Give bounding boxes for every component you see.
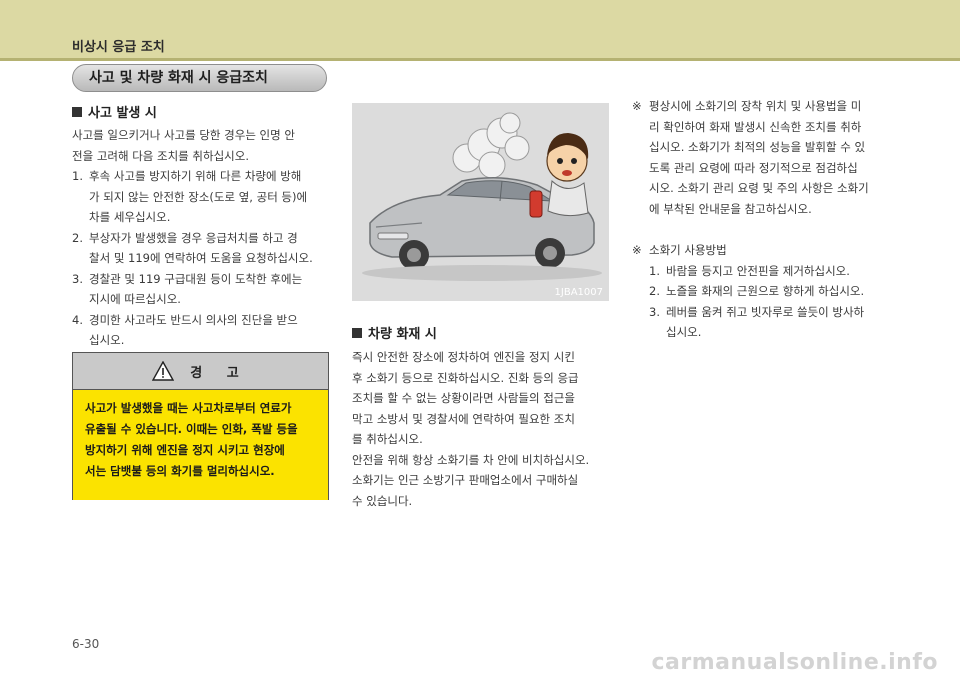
step-line: 노즐을 화재의 근원으로 향하게 하십시오. [666, 284, 865, 298]
square-bullet-icon [352, 328, 362, 338]
step-line: 경미한 사고라도 반드시 의사의 진단을 받으 [89, 312, 298, 327]
note-line: 에 부착된 안내문을 참고하십시오. [649, 201, 812, 216]
warning-line: 사고가 발생했을 때는 사고차로부터 연료가 [85, 401, 292, 415]
car-fire-illustration: 1JBA1007 [352, 103, 609, 301]
warning-triangle-icon [152, 361, 175, 381]
car-fire-drawing [352, 103, 609, 301]
page-number: 6-30 [72, 637, 100, 651]
step-number: 2. [72, 230, 83, 245]
fire-line: 안전을 위해 항상 소화기를 차 안에 비치하십시오. [352, 452, 590, 467]
section-title: 사고 및 차량 화재 시 응급조치 [72, 64, 327, 92]
accident-heading: 사고 발생 시 [72, 102, 157, 121]
step-line: 찰서 및 119에 연락하여 도움을 요청하십시오. [89, 251, 313, 265]
list-item: 2. 노즐을 화재의 근원으로 향하게 하십시오. [649, 281, 902, 302]
accident-steps: 1. 후속 사고를 방지하기 위해 다른 차량에 방해 가 되지 않는 안전한 … [72, 166, 334, 351]
extinguisher-note: ※ 평상시에 소화기의 장착 위치 및 사용법을 미 리 확인하여 화재 발생시… [632, 96, 902, 219]
accident-intro: 사고를 일으키거나 사고를 당한 경우는 인명 안 전을 고려해 다음 조치를 … [72, 125, 334, 166]
fire-line: 후 소화기 등으로 진화하십시오. 진화 등의 응급 [352, 370, 579, 385]
step-line: 가 되지 않는 안전한 장소(도로 옆, 공터 등)에 [89, 189, 308, 204]
fire-text: 즉시 안전한 장소에 정차하여 엔진을 정지 시킨 후 소화기 등으로 진화하십… [352, 347, 614, 511]
list-item: 1. 후속 사고를 방지하기 위해 다른 차량에 방해 가 되지 않는 안전한 … [72, 166, 334, 228]
fire-line: 막고 소방서 및 경찰서에 연락하여 필요한 조치 [352, 411, 575, 426]
fire-line: 수 있습니다. [352, 493, 413, 508]
step-line: 지시에 따르십시오. [89, 292, 181, 306]
warning-title: 경 고 [190, 365, 249, 381]
step-line: 십시오. [89, 333, 125, 347]
step-number: 4. [72, 312, 83, 327]
fire-line: 즉시 안전한 장소에 정차하여 엔진을 정지 시킨 [352, 350, 575, 364]
step-number: 2. [649, 284, 660, 298]
note-line: 평상시에 소화기의 장착 위치 및 사용법을 미 [649, 99, 862, 113]
fire-line: 를 취하십시오. [352, 432, 423, 446]
list-item: 1. 바람을 등지고 안전핀을 제거하십시오. [649, 261, 902, 282]
list-item: 3. 경찰관 및 119 구급대원 등이 도착한 후에는 지시에 따르십시오. [72, 269, 334, 310]
extinguisher-usage: ※ 소화기 사용방법 1. 바람을 등지고 안전핀을 제거하십시오. 2. 노즐… [632, 240, 902, 343]
warning-box: 경 고 사고가 발생했을 때는 사고차로부터 연료가 유출될 수 있습니다. 이… [72, 352, 329, 500]
step-number: 3. [72, 271, 83, 286]
list-item: 2. 부상자가 발생했을 경우 응급처치를 하고 경 찰서 및 119에 연락하… [72, 228, 334, 269]
note-mark: ※ [632, 99, 642, 113]
usage-steps: 1. 바람을 등지고 안전핀을 제거하십시오. 2. 노즐을 화재의 근원으로 … [649, 261, 902, 343]
step-number: 1. [72, 169, 83, 183]
warning-line: 유출될 수 있습니다. 이때는 인화, 폭발 등을 [85, 422, 298, 436]
step-number: 1. [649, 263, 660, 278]
note-line: 십시오. 소화기가 최적의 성능을 발휘할 수 있 [649, 140, 866, 154]
warning-line: 방지하기 위해 엔진을 정지 시키고 현장에 [85, 443, 285, 457]
step-line: 부상자가 발생했을 경우 응급처치를 하고 경 [89, 230, 298, 245]
step-line: 십시오. [666, 325, 702, 339]
accident-heading-text: 사고 발생 시 [88, 106, 157, 121]
square-bullet-icon [72, 107, 82, 117]
note-mark: ※ [632, 243, 642, 257]
accident-intro-line: 전을 고려해 다음 조치를 취하십시오. [72, 148, 249, 163]
step-line: 레버를 움켜 쥐고 빗자루로 쓸듯이 방사하 [666, 304, 865, 319]
image-code: 1JBA1007 [554, 287, 603, 298]
step-line: 경찰관 및 119 구급대원 등이 도착한 후에는 [89, 271, 303, 286]
list-item: 3. 레버를 움켜 쥐고 빗자루로 쓸듯이 방사하 십시오. [649, 302, 902, 343]
warning-line: 서는 담뱃불 등의 화기를 멀리하십시오. [85, 464, 275, 478]
note-line: 도록 관리 요령에 따라 정기적으로 점검하십 [649, 160, 858, 175]
step-line: 차를 세우십시오. [89, 210, 171, 224]
watermark: carmanualsonline.info [651, 650, 938, 675]
step-line: 바람을 등지고 안전핀을 제거하십시오. [666, 263, 850, 278]
warning-header: 경 고 [73, 353, 328, 390]
chapter-title: 비상시 응급 조치 [72, 40, 165, 55]
fire-heading: 차량 화재 시 [352, 323, 437, 342]
step-number: 3. [649, 304, 660, 319]
warning-text: 사고가 발생했을 때는 사고차로부터 연료가 유출될 수 있습니다. 이때는 인… [73, 390, 328, 500]
accident-intro-line: 사고를 일으키거나 사고를 당한 경우는 인명 안 [72, 128, 295, 142]
note-line: 리 확인하여 화재 발생시 신속한 조치를 취하 [649, 119, 862, 134]
usage-title: 소화기 사용방법 [649, 243, 727, 257]
list-item: 4. 경미한 사고라도 반드시 의사의 진단을 받으 십시오. [72, 310, 334, 351]
fire-line: 소화기는 인근 소방기구 판매업소에서 구매하실 [352, 473, 579, 487]
header-divider [0, 58, 960, 61]
fire-line: 조치를 할 수 없는 상황이라면 사람들의 접근을 [352, 391, 575, 405]
fire-heading-text: 차량 화재 시 [368, 327, 437, 342]
step-line: 후속 사고를 방지하기 위해 다른 차량에 방해 [89, 169, 302, 183]
note-line: 시오. 소화기 관리 요령 및 주의 사항은 소화기 [649, 181, 869, 195]
